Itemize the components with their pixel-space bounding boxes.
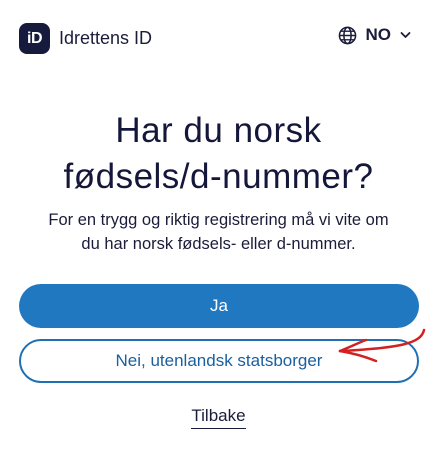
- title-line: Har du norsk: [115, 111, 322, 150]
- language-selector[interactable]: NO: [338, 25, 412, 45]
- yes-button[interactable]: Ja: [19, 284, 419, 328]
- back-link[interactable]: Tilbake: [191, 406, 246, 429]
- page-title: Har du norsk fødsels/d-nummer?: [0, 108, 437, 200]
- logo-badge: iD: [19, 23, 50, 54]
- yes-button-label: Ja: [210, 296, 228, 315]
- logo[interactable]: iD Idrettens ID: [19, 23, 152, 54]
- back-link-container: Tilbake: [0, 406, 437, 429]
- language-label: NO: [365, 25, 392, 44]
- header: iD Idrettens ID NO: [0, 0, 437, 76]
- title-line: fødsels/d-nummer?: [63, 157, 374, 196]
- page: iD Idrettens ID NO Har du norsk fødsels/…: [0, 0, 437, 462]
- description-line: For en trygg og riktig registrering må v…: [48, 211, 389, 229]
- page-description: For en trygg og riktig registrering må v…: [0, 208, 437, 256]
- logo-text: Idrettens ID: [59, 28, 153, 48]
- description-line: du har norsk fødsels- eller d-nummer.: [81, 235, 356, 253]
- no-button-label: Nei, utenlandsk statsborger: [115, 351, 323, 370]
- chevron-down-icon: [400, 31, 411, 39]
- no-foreign-citizen-button[interactable]: Nei, utenlandsk statsborger: [19, 339, 419, 383]
- globe-icon: [338, 26, 357, 45]
